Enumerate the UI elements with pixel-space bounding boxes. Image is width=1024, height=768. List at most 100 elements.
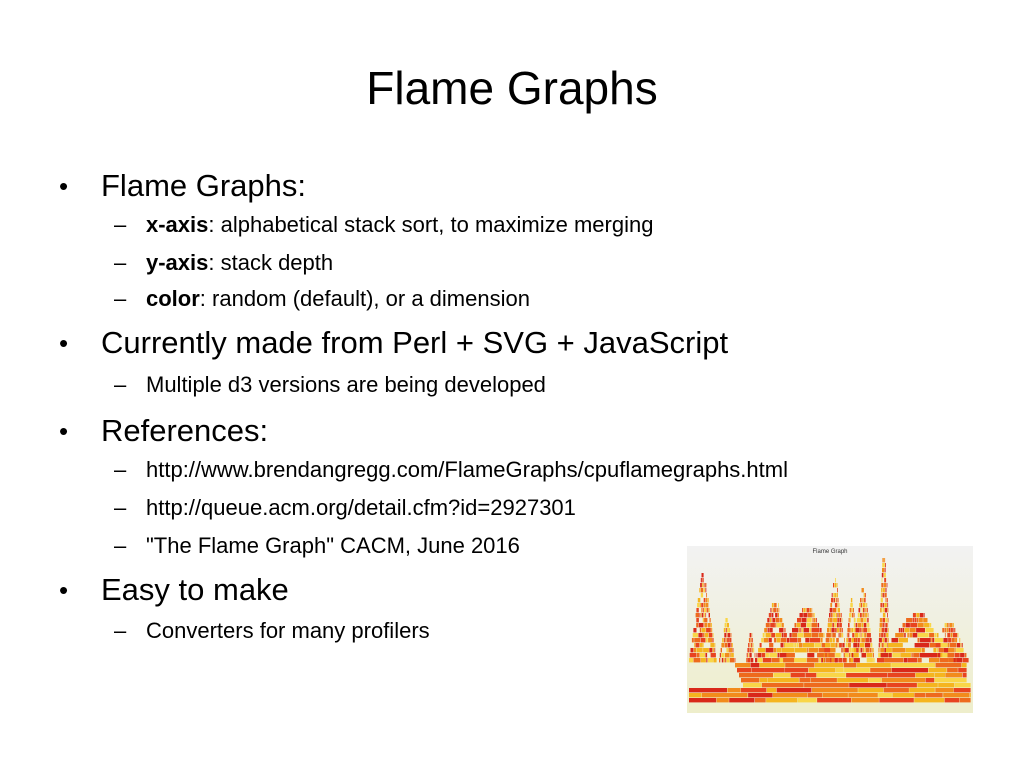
flame-frame: [860, 618, 864, 623]
flame-frame: [750, 658, 754, 663]
flame-frame: [835, 598, 837, 603]
flame-frame: [954, 648, 956, 653]
flame-frame: [730, 633, 732, 638]
flame-frame: [813, 618, 816, 623]
flame-frame: [905, 623, 910, 628]
flame-frame: [865, 638, 870, 643]
flame-frame: [834, 658, 838, 663]
sub-bullet-text: Multiple d3 versions are being developed: [146, 372, 546, 397]
flame-frame: [954, 653, 960, 658]
flame-frame: [808, 648, 819, 653]
flame-frame: [882, 568, 885, 573]
flame-frame: [955, 638, 958, 643]
flame-frame: [780, 638, 787, 643]
flame-frame: [829, 608, 833, 613]
flame-frame: [909, 688, 935, 693]
flame-frame: [774, 638, 777, 643]
flame-frame: [710, 653, 716, 658]
flame-frame: [944, 698, 960, 703]
flame-frame: [857, 643, 860, 648]
flame-frame: [917, 633, 929, 638]
flame-frame: [768, 638, 772, 643]
flame-frame: [727, 638, 729, 643]
flame-frame: [775, 613, 778, 618]
flame-frame: [735, 663, 751, 668]
flame-frame: [705, 588, 707, 593]
flame-frame: [721, 643, 725, 648]
flame-frame: [724, 643, 728, 648]
flame-frame: [960, 653, 965, 658]
flame-frame: [863, 593, 865, 598]
flame-frame: [869, 638, 872, 643]
flame-frame: [796, 623, 801, 628]
flame-frame: [829, 618, 833, 623]
flame-frame: [956, 643, 960, 648]
flame-frame: [931, 638, 932, 643]
flame-frame: [731, 653, 734, 658]
flame-frame: [862, 603, 865, 608]
flame-frame: [728, 648, 733, 653]
flame-frame: [781, 623, 784, 628]
flame-frame: [884, 558, 886, 563]
flame-frame: [878, 638, 882, 643]
flame-frame: [706, 628, 711, 633]
flame-frame: [765, 653, 769, 658]
flame-frame: [750, 638, 752, 643]
sub-bullet-text: "The Flame Graph" CACM, June 2016: [146, 533, 520, 558]
bullet-references: • References:: [59, 413, 268, 449]
flame-frame: [853, 623, 856, 628]
flame-frame: [933, 648, 937, 653]
flame-frame: [881, 648, 884, 653]
sub-bullet-text: Converters for many profilers: [146, 618, 430, 643]
flame-frame: [721, 658, 724, 663]
flame-frame: [948, 648, 955, 653]
flame-frame: [756, 653, 758, 658]
flame-frame: [914, 618, 917, 623]
flame-frame: [852, 633, 855, 638]
flame-frame: [833, 608, 837, 613]
flame-frame: [751, 648, 753, 653]
flame-frame: [917, 623, 924, 628]
flame-frame: [794, 623, 797, 628]
flame-frame: [880, 603, 883, 608]
flame-frame: [812, 633, 819, 638]
flame-frame: [959, 698, 971, 703]
flame-frame: [836, 623, 839, 628]
flame-frame: [858, 688, 884, 693]
flame-frame: [792, 633, 798, 638]
flame-frame: [833, 583, 834, 588]
flame-frame: [832, 623, 835, 628]
flame-frame: [835, 613, 838, 618]
flame-frame: [961, 663, 967, 668]
flame-frame: [748, 653, 750, 658]
flame-frame: [912, 613, 916, 618]
flame-frame: [895, 633, 904, 638]
flame-frame: [960, 643, 962, 648]
flame-frame: [929, 623, 932, 628]
flame-frame: [846, 673, 888, 678]
flame-frame: [913, 653, 919, 658]
flame-frame: [764, 633, 766, 638]
flame-frame: [921, 648, 925, 653]
flame-frame: [883, 593, 885, 598]
flame-frame: [829, 638, 833, 643]
flame-frame: [884, 578, 887, 583]
flame-frame: [934, 673, 945, 678]
flame-frame: [946, 623, 948, 628]
flame-frame: [925, 678, 935, 683]
flame-frame: [833, 593, 834, 598]
flame-frame: [766, 688, 777, 693]
flame-frame: [912, 633, 918, 638]
flame-frame: [855, 618, 857, 623]
flame-frame: [878, 648, 880, 653]
sub-bullet-keyword: color: [146, 286, 200, 311]
flame-frame: [700, 583, 702, 588]
flame-frame: [776, 623, 782, 628]
flame-frame: [719, 653, 721, 658]
flame-frame: [809, 628, 812, 633]
flame-frame: [697, 603, 700, 608]
flame-frame: [862, 648, 864, 653]
flame-frame: [878, 693, 892, 698]
flame-frame: [845, 643, 848, 648]
flame-frame: [880, 608, 881, 613]
